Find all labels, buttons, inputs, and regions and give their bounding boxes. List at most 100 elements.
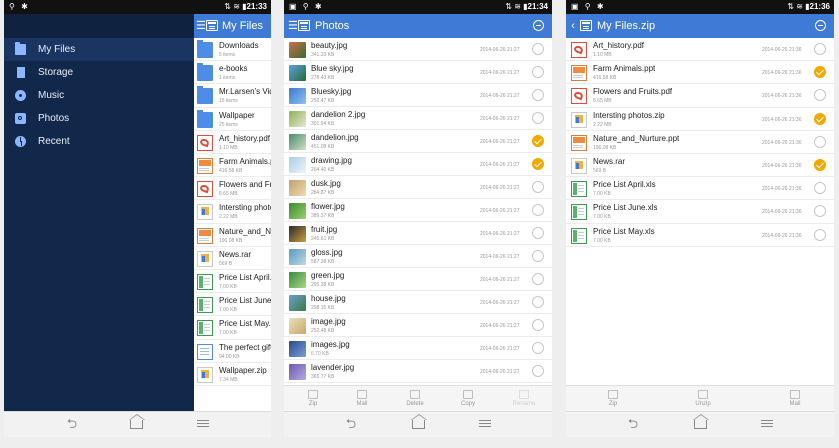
list-item[interactable]: Price List April.xl 7.00 KB [192,270,271,294]
list-item[interactable]: drawing.jpg 264.40 KB 2014-06-26 21:27 [284,153,552,176]
select-checkbox[interactable] [814,182,826,195]
list-item[interactable]: Bluesky.jpg 256.47 KB 2014-06-26 21:27 [284,84,552,107]
list-item[interactable]: Price List April.xls 7.00 KB 2014-06-26 21… [566,177,834,201]
delete-button[interactable]: Delete [395,388,435,407]
list-item[interactable]: Farm Animals.ppt 416.58 KB [192,154,271,178]
drawer-toggle-icon[interactable]: ☰ [196,14,206,38]
home-icon[interactable] [690,414,712,430]
list-item[interactable]: flower.jpg 389.37 KB 2014-06-26 21:27 [284,199,552,222]
back-icon[interactable]: ⮌ [61,417,83,430]
mail-button[interactable]: Mail [775,388,815,407]
recent-apps-icon[interactable] [756,418,778,430]
select-checkbox[interactable] [814,159,826,171]
drawer-toggle-icon[interactable]: ☰ [288,14,298,38]
list-item[interactable]: dusk.jpg 284.87 KB 2014-06-26 21:27 [284,176,552,199]
list-item[interactable]: lavender.jpg 365.77 KB 2014-06-26 21:27 [284,360,552,383]
list-item[interactable]: Farm Animals.ppt 416.58 KB 2014-06-26 21:3… [566,61,834,85]
select-checkbox[interactable] [532,296,544,308]
list-item[interactable]: Flowers and Fruits.pdf 8.65 MB 2014-06-26 … [566,84,834,108]
list-item[interactable]: Nature_and_Nurtu196.08 KB [192,224,271,247]
select-checkbox[interactable] [532,273,544,285]
select-checkbox[interactable] [814,135,826,148]
file-date: 2014-06-26 21:36 [762,139,802,146]
back-icon[interactable]: ⮌ [622,417,644,430]
select-checkbox[interactable] [532,204,544,216]
more-options-icon[interactable] [815,20,826,31]
list-item[interactable]: Downloads 5 items [192,38,271,62]
drawer-item-photos[interactable]: Photos [4,107,194,130]
select-checkbox[interactable] [532,365,544,377]
list-item[interactable]: News.rar 569 B [192,247,271,270]
zip-button[interactable]: Zip [593,388,633,407]
list-item[interactable]: Price List June.xls 7.00 KB 2014-06-26 21:… [566,200,834,224]
drawer-item-recent[interactable]: Recent [4,130,194,153]
select-checkbox[interactable] [532,135,544,147]
zip-button[interactable]: Zip [293,388,333,407]
file-date: 2014-06-26 21:36 [762,47,802,53]
unzip-button[interactable]: Unzip [683,388,723,407]
list-item[interactable]: Price List May.xls7.00 KB [192,316,271,340]
back-icon[interactable]: ⮌ [340,417,362,430]
list-item[interactable]: Art_history.pdf 1.10 MB 2014-06-26 21:36 [566,38,834,62]
back-arrow-icon[interactable]: ‹ [569,14,577,38]
file-meta: 7.00 KB [593,214,611,221]
list-item[interactable]: Price List June.xl7.00 KB [192,293,271,317]
list-item[interactable]: fruit.jpg 245.61 KB 2014-06-26 21:27 [284,222,552,245]
drawer-item-storage[interactable]: Storage [4,61,194,84]
list-item[interactable]: The perfect gift .d94.00 KB [192,340,271,363]
list-item[interactable]: e-books 1 items [192,61,271,85]
select-checkbox[interactable] [532,250,544,262]
list-item[interactable]: beauty.jpg 341.33 KB 2014-06-26 21:27 [284,38,552,61]
folder-icon [197,109,213,128]
select-checkbox[interactable] [532,181,544,193]
drawer-item-music[interactable]: Music [4,84,194,107]
drawer-item-my-files[interactable]: My Files [4,38,194,61]
copy-button[interactable]: Copy [448,388,488,407]
select-checkbox[interactable] [814,89,826,102]
file-name: flower.jpg [311,202,345,211]
xls-file-icon [197,320,213,337]
list-item[interactable]: Art_history.pdf 1.10 MB [192,131,271,154]
list-item[interactable]: Blue sky.jpg 278.43 KB 2014-06-26 21:27 [284,61,552,84]
select-checkbox[interactable] [814,43,826,55]
list-item[interactable]: images.jpg 6.70 KB 2014-06-26 21:27 [284,337,552,360]
select-checkbox[interactable] [532,158,544,170]
recent-apps-icon[interactable] [192,418,214,430]
more-options-icon[interactable] [533,20,544,31]
file-date: 2014-06-26 21:27 [480,277,520,283]
select-checkbox[interactable] [532,342,544,354]
list-item[interactable]: Flowers and Fruit8.65 MB [192,177,271,201]
list-item[interactable]: dandelion.jpg 451.08 KB 2014-06-26 21:27 [284,130,552,153]
list-item[interactable]: Intersting photos.zip 2.22 MB 2014-06-26 2… [566,108,834,131]
file-meta: 7.34 MB [219,376,238,383]
recent-apps-icon[interactable] [474,418,496,430]
list-item[interactable]: house.jpg 298.15 KB 2014-06-26 21:27 [284,291,552,314]
select-checkbox[interactable] [814,205,826,218]
action-label: Delete [406,401,424,407]
list-item[interactable]: Wallpaper 25 items [192,108,271,131]
list-item[interactable]: green.jpg 295.38 KB 2014-06-26 21:27 [284,268,552,291]
list-item[interactable]: Mr.Larsen's Vide15 items [192,84,271,108]
mail-button[interactable]: Mail [342,388,382,407]
select-checkbox[interactable] [532,227,544,239]
list-item[interactable]: Intersting photos.2.22 MB [192,200,271,224]
select-checkbox[interactable] [532,66,544,78]
select-checkbox[interactable] [532,112,544,124]
select-checkbox[interactable] [814,228,826,241]
select-checkbox[interactable] [814,66,826,79]
list-item[interactable]: Nature_and_Nurture.ppt 196.08 KB 2014-06-2… [566,131,834,154]
select-checkbox[interactable] [814,112,826,125]
list-item[interactable]: gloss.jpg 587.38 KB 2014-06-26 21:27 [284,245,552,268]
status-bar: ▣ ⚲ ✱ ⇅ ≋ ▮21:36 [566,0,834,14]
list-item[interactable]: Price List May.xls 7.00 KB 2014-06-26 21:3… [566,224,834,247]
select-checkbox[interactable] [532,43,544,55]
list-item[interactable]: dandelion 2.jpg 301.94 KB 2014-06-26 21:27 [284,107,552,130]
list-item[interactable]: Wallpaper.zip 7.34 MB [192,363,271,386]
home-icon[interactable] [408,414,430,430]
list-item[interactable]: image.jpg 252.48 KB 2014-06-26 21:27 [284,314,552,337]
home-icon[interactable] [126,414,148,430]
select-checkbox[interactable] [532,319,544,331]
unzip-icon [698,390,708,399]
list-item[interactable]: News.rar 569 B 2014-06-26 21:36 [566,154,834,178]
select-checkbox[interactable] [532,89,544,101]
